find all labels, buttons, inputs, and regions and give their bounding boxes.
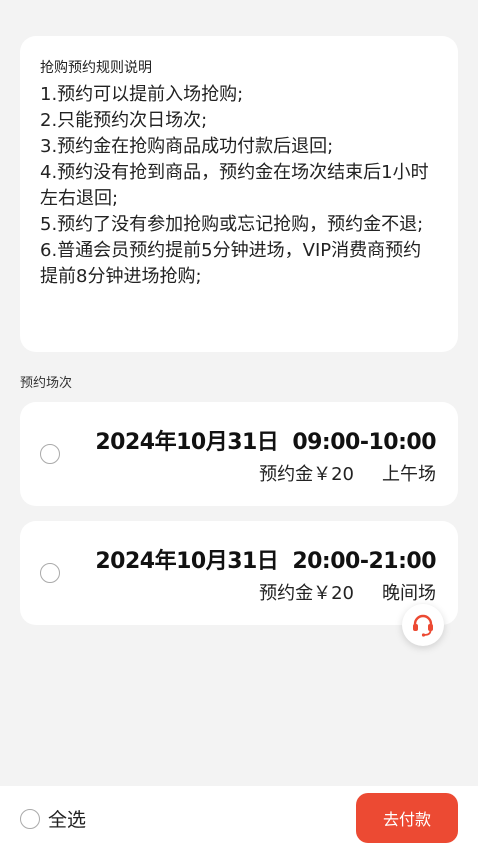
session-period: 上午场 [382,464,436,485]
session-datetime: 2024年10月31日 09:00-10:00 [95,424,436,456]
session-card[interactable]: 2024年10月31日 09:00-10:00 预约金￥20 上午场 [20,402,458,506]
select-all-label[interactable]: 全选 [48,805,86,832]
rules-list: 1.预约可以提前入场抢购; 2.只能预约次日场次; 3.预约金在抢购商品成功付款… [40,82,436,290]
session-card[interactable]: 2024年10月31日 20:00-21:00 预约金￥20 晚间场 [20,521,458,625]
pay-button[interactable]: 去付款 [356,793,458,843]
rules-title: 抢购预约规则说明 [40,60,152,76]
rules-card: 抢购预约规则说明 1.预约可以提前入场抢购; 2.只能预约次日场次; 3.预约金… [20,36,458,352]
session-radio[interactable] [40,444,60,464]
customer-service-headset-icon [413,614,433,637]
session-details: 预约金￥20 晚间场 [259,579,436,605]
session-radio[interactable] [40,563,60,583]
select-all-radio[interactable] [20,809,40,829]
rule-item: 6.普通会员预约提前5分钟进场，VIP消费商预约提前8分钟进场抢购; [40,240,422,287]
session-details: 预约金￥20 上午场 [259,460,436,486]
session-date: 2024年10月31日 [95,430,279,455]
session-deposit: 预约金￥20 [259,464,354,485]
session-time: 09:00-10:00 [292,430,436,455]
section-label: 预约场次 [20,376,73,391]
rule-item: 4.预约没有抢到商品，预约金在场次结束后1小时左右退回; [40,162,429,209]
session-datetime: 2024年10月31日 20:00-21:00 [95,543,436,575]
session-time: 20:00-21:00 [292,549,436,574]
rule-item: 5.预约了没有参加抢购或忘记抢购，预约金不退; [40,214,424,235]
rule-item: 3.预约金在抢购商品成功付款后退回; [40,136,334,157]
session-deposit: 预约金￥20 [259,583,354,604]
rule-item: 1.预约可以提前入场抢购; [40,84,244,105]
session-period: 晚间场 [382,583,436,604]
bottom-bar: 全选 去付款 [0,786,478,850]
session-date: 2024年10月31日 [95,549,279,574]
customer-service-button[interactable] [402,604,444,646]
rule-item: 2.只能预约次日场次; [40,110,208,131]
